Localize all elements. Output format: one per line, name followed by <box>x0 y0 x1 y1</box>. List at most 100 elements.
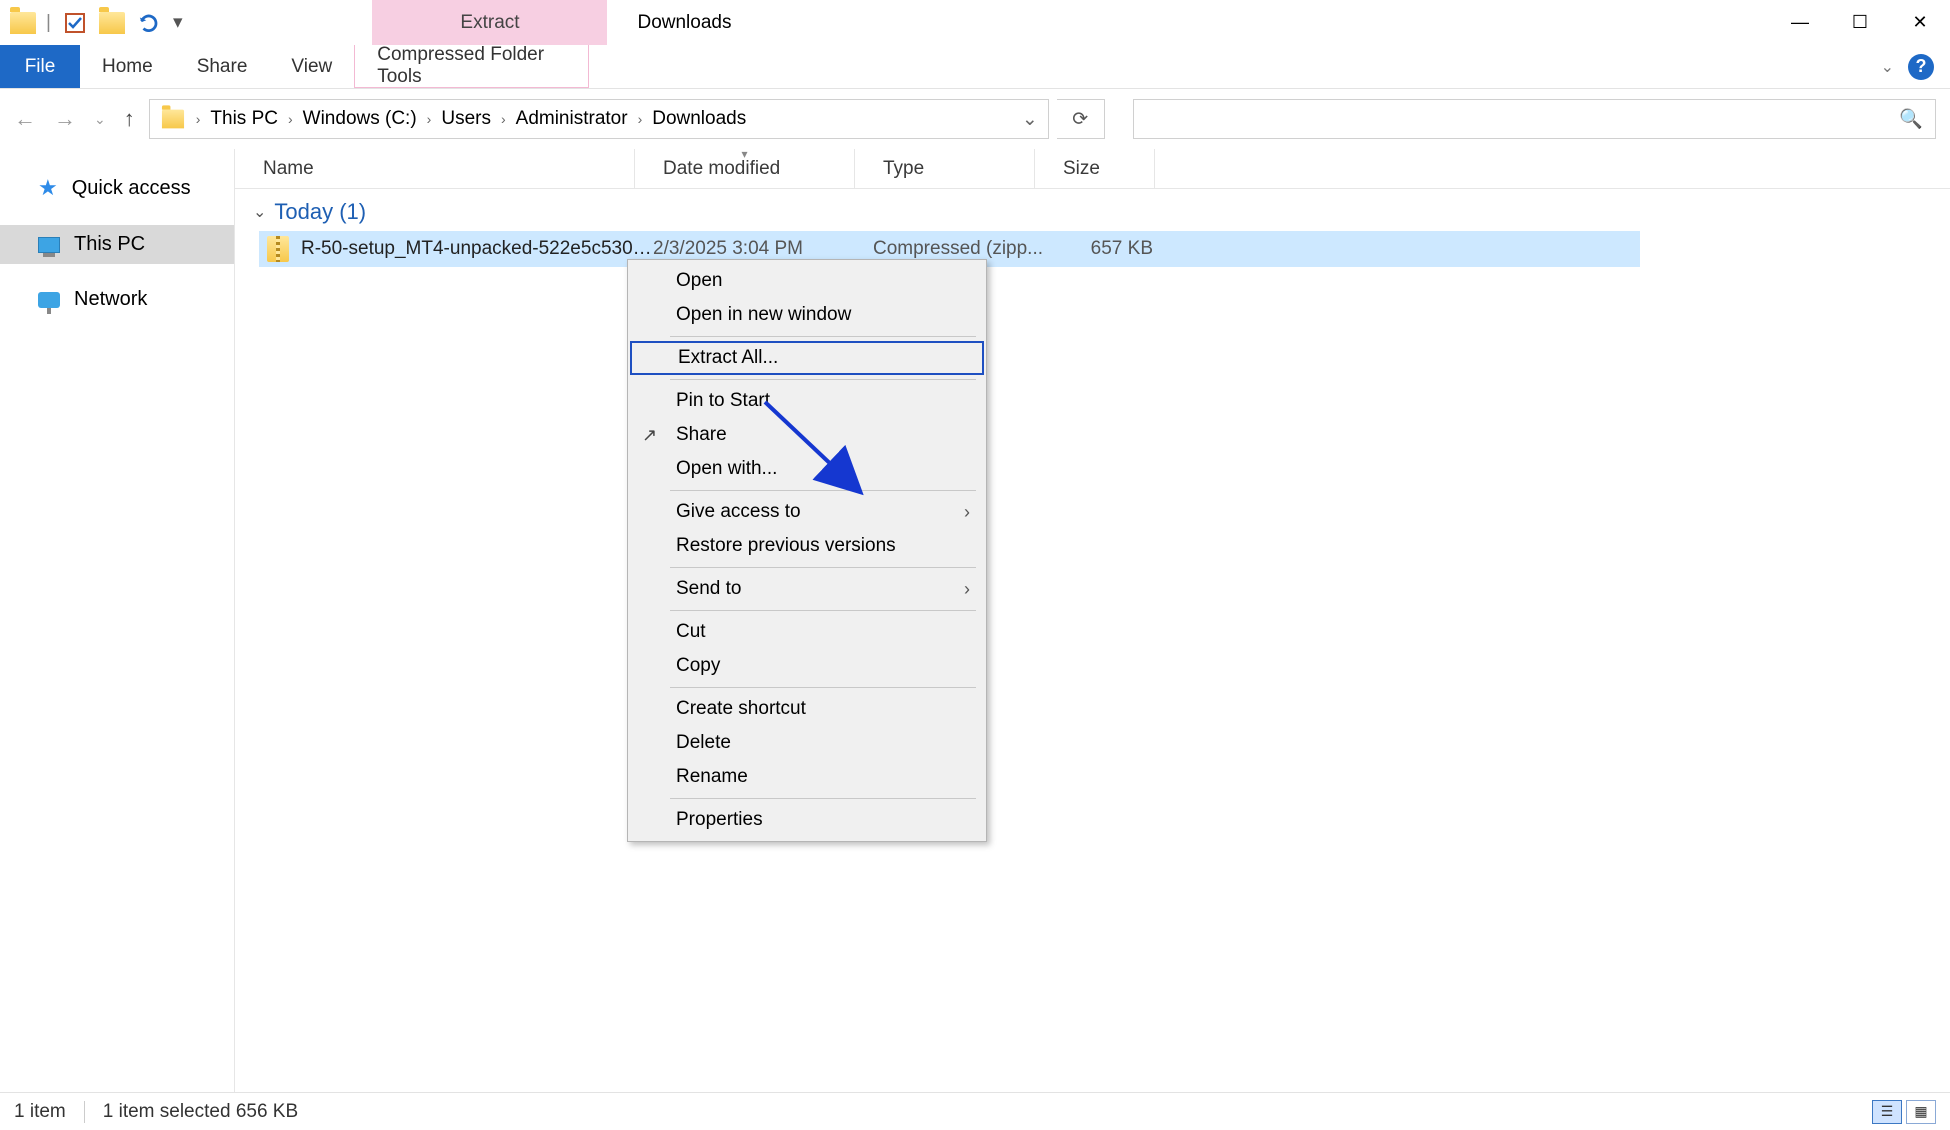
context-menu-item-copy[interactable]: Copy <box>630 649 984 683</box>
context-menu-item-extract-all[interactable]: Extract All... <box>630 341 984 375</box>
view-thumbnails-button[interactable]: ▦ <box>1906 1100 1936 1124</box>
context-menu-item-label: Copy <box>676 655 720 677</box>
help-icon[interactable]: ? <box>1908 54 1934 80</box>
file-date: 2/3/2025 3:04 PM <box>653 238 873 260</box>
tab-view[interactable]: View <box>269 45 354 88</box>
app-folder-icon <box>10 12 36 34</box>
qat-new-folder-icon[interactable] <box>99 12 125 34</box>
title-bar: | ▾ Extract Downloads — ☐ ✕ <box>0 0 1950 45</box>
crumb-downloads[interactable]: Downloads <box>652 108 746 130</box>
context-menu-item-label: Pin to Start <box>676 390 770 412</box>
search-icon: 🔍 <box>1899 107 1923 131</box>
context-menu-separator <box>670 687 976 688</box>
close-button[interactable]: ✕ <box>1890 0 1950 45</box>
context-menu-item-share[interactable]: ↗ Share <box>630 418 984 452</box>
context-menu-item-label: Extract All... <box>678 347 778 369</box>
context-menu-item-rename[interactable]: Rename <box>630 760 984 794</box>
status-item-count: 1 item <box>14 1101 66 1123</box>
file-tab[interactable]: File <box>0 45 80 88</box>
qat-properties-button[interactable] <box>61 9 89 37</box>
search-input[interactable] <box>1146 109 1900 130</box>
context-menu-separator <box>670 798 976 799</box>
context-menu-item-cut[interactable]: Cut <box>630 615 984 649</box>
context-menu-item-open[interactable]: Open <box>630 264 984 298</box>
group-header-today[interactable]: ⌄ Today (1) <box>235 189 1950 231</box>
tab-home[interactable]: Home <box>80 45 175 88</box>
column-name[interactable]: Name <box>235 149 635 188</box>
recent-locations-button[interactable]: ⌄ <box>94 111 106 128</box>
address-dropdown-button[interactable]: ⌄ <box>1022 108 1038 131</box>
context-menu-item-create-shortcut[interactable]: Create shortcut <box>630 692 984 726</box>
address-bar[interactable]: › This PC › Windows (C:) › Users › Admin… <box>149 99 1049 139</box>
chevron-right-icon: › <box>964 579 970 600</box>
context-menu-item-pin-to-start[interactable]: Pin to Start <box>630 384 984 418</box>
sidebar-item-label: Network <box>74 288 147 311</box>
chevron-down-icon: ⌄ <box>253 202 266 222</box>
context-menu-item-give-access-to[interactable]: Give access to › <box>630 495 984 529</box>
qat-undo-button[interactable] <box>135 9 163 37</box>
chevron-right-icon[interactable]: › <box>638 111 643 127</box>
checkbox-icon <box>64 12 86 34</box>
context-menu-item-label: Rename <box>676 766 748 788</box>
context-menu-separator <box>670 610 976 611</box>
refresh-button[interactable]: ⟳ <box>1057 99 1105 139</box>
qat-customize-button[interactable]: ▾ <box>173 11 183 34</box>
forward-button[interactable]: → <box>54 106 76 132</box>
sidebar-item-this-pc[interactable]: This PC <box>0 225 234 264</box>
up-button[interactable]: ↑ <box>124 106 135 132</box>
maximize-button[interactable]: ☐ <box>1830 0 1890 45</box>
file-type: Compressed (zipp... <box>873 238 1053 260</box>
window-controls: — ☐ ✕ <box>1770 0 1950 45</box>
context-menu-item-delete[interactable]: Delete <box>630 726 984 760</box>
minimize-button[interactable]: — <box>1770 0 1830 45</box>
context-menu-item-open-with[interactable]: Open with... <box>630 452 984 486</box>
context-menu-separator <box>670 567 976 568</box>
column-type[interactable]: Type <box>855 149 1035 188</box>
context-menu-item-label: Share <box>676 424 727 446</box>
context-menu-item-properties[interactable]: Properties <box>630 803 984 837</box>
chevron-right-icon[interactable]: › <box>501 111 506 127</box>
crumb-administrator[interactable]: Administrator <box>516 108 628 130</box>
chevron-right-icon[interactable]: › <box>427 111 432 127</box>
context-menu-separator <box>670 490 976 491</box>
context-menu-item-label: Cut <box>676 621 706 643</box>
sidebar-item-network[interactable]: Network <box>0 280 234 319</box>
sidebar-item-quick-access[interactable]: ★ Quick access <box>0 167 234 209</box>
window-title: Downloads <box>607 0 731 45</box>
chevron-right-icon[interactable]: › <box>196 111 201 127</box>
address-folder-icon <box>162 110 184 129</box>
undo-icon <box>138 12 160 34</box>
status-selection: 1 item selected 656 KB <box>103 1101 298 1123</box>
navigation-pane: ★ Quick access This PC Network <box>0 149 235 1092</box>
file-list-area: Name Date modified Type Size ⌄ Today (1)… <box>235 149 1950 1092</box>
tab-share[interactable]: Share <box>175 45 270 88</box>
back-button[interactable]: ← <box>14 106 36 132</box>
search-box[interactable]: 🔍 <box>1133 99 1936 139</box>
crumb-this-pc[interactable]: This PC <box>210 108 278 130</box>
context-menu-separator <box>670 379 976 380</box>
crumb-drive[interactable]: Windows (C:) <box>303 108 417 130</box>
column-date-modified[interactable]: Date modified <box>635 149 855 188</box>
network-icon <box>38 292 60 308</box>
ribbon-tabs: File Home Share View Compressed Folder T… <box>0 45 1950 89</box>
zip-file-icon <box>267 236 289 262</box>
view-details-button[interactable]: ☰ <box>1872 1100 1902 1124</box>
tab-compressed-folder-tools[interactable]: Compressed Folder Tools <box>354 45 589 88</box>
file-size: 657 KB <box>1053 238 1173 260</box>
context-menu-item-open-in-new-window[interactable]: Open in new window <box>630 298 984 332</box>
contextual-tab-label: Extract <box>460 12 519 34</box>
status-bar: 1 item 1 item selected 656 KB ☰ ▦ <box>0 1092 1950 1130</box>
chevron-right-icon[interactable]: › <box>288 111 293 127</box>
context-menu-item-label: Open <box>676 270 722 292</box>
ribbon-collapse-button[interactable]: ⌄ <box>1881 57 1894 77</box>
chevron-right-icon: › <box>964 502 970 523</box>
context-menu-item-send-to[interactable]: Send to › <box>630 572 984 606</box>
crumb-users[interactable]: Users <box>441 108 491 130</box>
context-menu-item-restore-previous-versions[interactable]: Restore previous versions <box>630 529 984 563</box>
context-menu-item-label: Send to <box>676 578 742 600</box>
column-size[interactable]: Size <box>1035 149 1155 188</box>
contextual-tab-header: Extract <box>372 0 607 45</box>
share-icon: ↗ <box>642 425 657 446</box>
sidebar-item-label: Quick access <box>72 177 191 200</box>
context-menu-item-label: Give access to <box>676 501 801 523</box>
